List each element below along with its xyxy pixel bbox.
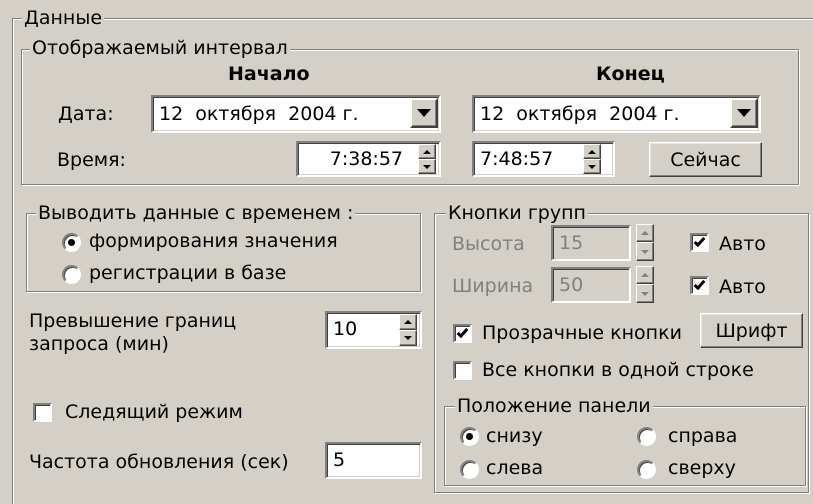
arrow-down-icon bbox=[641, 291, 649, 296]
width-spinner[interactable] bbox=[636, 266, 654, 303]
radio-top[interactable] bbox=[637, 460, 656, 479]
end-time-spinner[interactable] bbox=[583, 144, 601, 174]
time-label: Время: bbox=[57, 149, 126, 171]
follow-mode-label[interactable]: Следящий режим bbox=[65, 401, 243, 423]
arrow-up-icon bbox=[423, 149, 431, 154]
width-input[interactable]: 50 bbox=[551, 267, 631, 303]
date-label: Дата: bbox=[58, 103, 114, 125]
height-auto-label[interactable]: Авто bbox=[719, 233, 766, 255]
radio-bottom-label[interactable]: снизу bbox=[486, 425, 543, 447]
width-value: 50 bbox=[559, 274, 584, 296]
end-time-field[interactable]: 7:48:57 bbox=[472, 141, 615, 177]
panel-position-title: Положение панели bbox=[455, 395, 653, 417]
excess-value: 10 bbox=[333, 318, 358, 340]
spin-up-button[interactable] bbox=[418, 144, 436, 159]
end-date-value: 12 октября 2004 г. bbox=[480, 103, 680, 125]
follow-mode-checkbox[interactable] bbox=[33, 403, 52, 422]
excess-label-line2: запроса (мин) bbox=[29, 333, 169, 355]
spin-up-button[interactable] bbox=[399, 314, 417, 330]
button-groups-title: Кнопки групп bbox=[446, 202, 588, 224]
checkmark-icon bbox=[456, 325, 469, 339]
radio-dot bbox=[68, 239, 75, 246]
start-date-select[interactable]: 12 октября 2004 г. bbox=[151, 95, 441, 133]
start-time-spinner[interactable] bbox=[418, 144, 436, 174]
arrow-up-icon bbox=[641, 231, 649, 235]
start-time-value: 7:38:57 bbox=[329, 148, 403, 170]
data-group-title: Данные bbox=[22, 7, 105, 29]
checkmark-icon bbox=[693, 234, 706, 248]
end-header: Конец bbox=[596, 63, 665, 85]
excess-input[interactable]: 10 bbox=[325, 311, 422, 349]
radio-formation-label[interactable]: формирования значения bbox=[89, 230, 338, 252]
radio-left[interactable] bbox=[460, 460, 479, 479]
radio-dot bbox=[466, 433, 473, 440]
height-input[interactable]: 15 bbox=[551, 225, 631, 261]
arrow-down-icon bbox=[641, 249, 649, 254]
spin-down-button[interactable] bbox=[583, 159, 601, 174]
height-spinner[interactable] bbox=[636, 224, 654, 261]
excess-spinner[interactable] bbox=[399, 314, 417, 346]
chevron-down-icon bbox=[417, 109, 431, 117]
spin-up-button[interactable] bbox=[636, 266, 654, 284]
height-auto-checkbox[interactable] bbox=[690, 233, 709, 252]
width-label: Ширина bbox=[452, 275, 534, 297]
transparent-buttons-checkbox[interactable] bbox=[453, 324, 472, 343]
height-value: 15 bbox=[559, 232, 584, 254]
width-auto-checkbox[interactable] bbox=[690, 276, 709, 295]
one-row-label[interactable]: Все кнопки в одной строке bbox=[482, 359, 754, 381]
end-date-dropdown-button[interactable] bbox=[730, 98, 758, 128]
radio-formation-time[interactable] bbox=[62, 233, 81, 252]
spin-down-button[interactable] bbox=[636, 242, 654, 261]
arrow-up-icon bbox=[588, 149, 596, 154]
height-label: Высота bbox=[452, 233, 525, 255]
now-button[interactable]: Сейчас bbox=[649, 142, 762, 177]
arrow-up-icon bbox=[641, 273, 649, 277]
excess-label-line1: Превышение границ bbox=[29, 310, 237, 332]
start-header: Начало bbox=[228, 63, 310, 85]
interval-group-title: Отображаемый интервал bbox=[30, 37, 290, 59]
refresh-input[interactable]: 5 bbox=[325, 442, 422, 479]
spin-down-button[interactable] bbox=[418, 159, 436, 174]
arrow-down-icon bbox=[404, 336, 412, 340]
width-auto-label[interactable]: Авто bbox=[719, 276, 766, 298]
one-row-checkbox[interactable] bbox=[453, 361, 472, 380]
end-time-value: 7:48:57 bbox=[480, 148, 554, 170]
spin-down-button[interactable] bbox=[399, 330, 417, 346]
radio-registration-time[interactable] bbox=[62, 265, 81, 284]
checkmark-icon bbox=[693, 277, 706, 291]
end-date-select[interactable]: 12 октября 2004 г. bbox=[472, 95, 761, 133]
spin-up-button[interactable] bbox=[636, 224, 654, 242]
refresh-value: 5 bbox=[333, 449, 346, 471]
arrow-down-icon bbox=[423, 164, 431, 169]
radio-bottom[interactable] bbox=[460, 427, 479, 446]
font-button[interactable]: Шрифт bbox=[700, 313, 803, 348]
output-group-title: Выводить данные с временем : bbox=[36, 202, 356, 224]
radio-left-label[interactable]: слева bbox=[486, 457, 543, 479]
start-date-value: 12 октября 2004 г. bbox=[159, 103, 359, 125]
refresh-label: Частота обновления (сек) bbox=[29, 451, 289, 473]
spin-up-button[interactable] bbox=[583, 144, 601, 159]
radio-right[interactable] bbox=[637, 427, 656, 446]
radio-right-label[interactable]: справа bbox=[668, 425, 737, 447]
radio-registration-label[interactable]: регистрации в базе bbox=[89, 262, 286, 284]
radio-top-label[interactable]: сверху bbox=[668, 457, 736, 479]
chevron-down-icon bbox=[737, 109, 751, 117]
transparent-buttons-label[interactable]: Прозрачные кнопки bbox=[482, 322, 682, 344]
arrow-up-icon bbox=[404, 320, 412, 324]
arrow-down-icon bbox=[588, 164, 596, 169]
start-time-field[interactable]: 7:38:57 bbox=[296, 141, 441, 177]
start-date-dropdown-button[interactable] bbox=[410, 98, 438, 128]
spin-down-button[interactable] bbox=[636, 284, 654, 303]
